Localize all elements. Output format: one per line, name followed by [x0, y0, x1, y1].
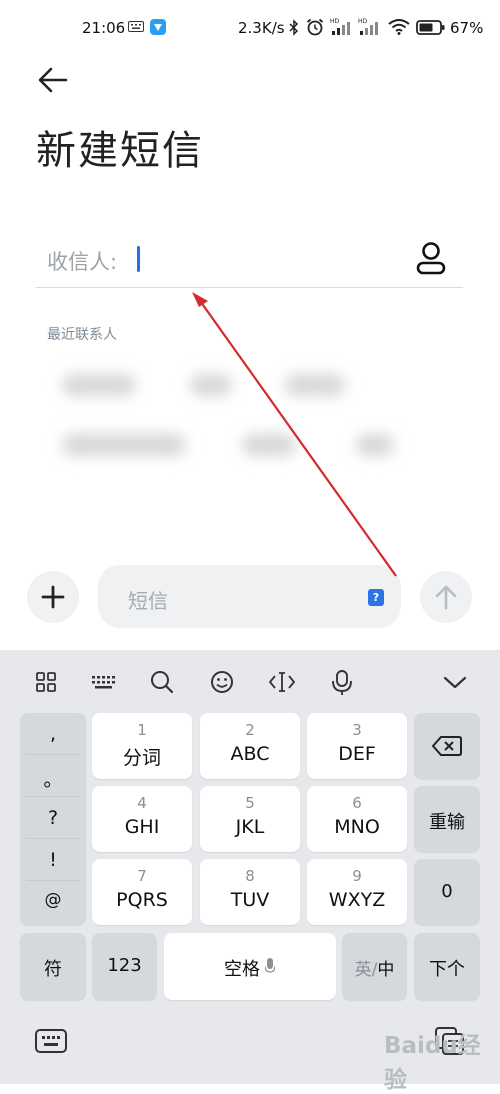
- key-label: JKL: [235, 816, 265, 838]
- key-label: 符: [44, 959, 62, 980]
- symbol-key[interactable]: 符: [20, 933, 86, 1000]
- page-title: 新建短信: [36, 128, 204, 174]
- reinput-key[interactable]: 重输: [414, 786, 480, 852]
- alarm-icon: [306, 18, 324, 36]
- message-placeholder: 短信: [128, 589, 168, 613]
- contact-picker-icon[interactable]: [414, 240, 448, 276]
- battery-icon: [416, 20, 445, 35]
- app-notification-icon: [150, 19, 166, 35]
- key-label: TUV: [230, 889, 270, 911]
- space-key[interactable]: 空格: [164, 933, 336, 1000]
- grid-menu-icon[interactable]: [32, 668, 62, 696]
- cursor-move-icon[interactable]: [267, 668, 297, 696]
- punct-at-key[interactable]: @: [20, 890, 86, 910]
- punct-divider: [26, 796, 80, 797]
- key-label: ABC: [230, 743, 270, 765]
- backspace-key[interactable]: [414, 713, 480, 779]
- keyboard-layout-icon[interactable]: [88, 668, 118, 696]
- key-2[interactable]: 2 ABC: [200, 713, 300, 779]
- signal-1-icon: HD: [330, 18, 350, 35]
- punct-divider: [26, 754, 80, 755]
- lang-en-label: 英: [354, 960, 372, 980]
- key-number: 8: [245, 867, 255, 885]
- recipient-input[interactable]: [130, 238, 400, 282]
- punct-divider: [26, 838, 80, 839]
- punct-divider: [26, 880, 80, 881]
- zero-key[interactable]: 0: [414, 859, 480, 925]
- attach-button[interactable]: [27, 571, 79, 623]
- key-4[interactable]: 4 GHI: [92, 786, 192, 852]
- recent-contact-chip[interactable]: [62, 434, 186, 456]
- key-label: 分词: [122, 747, 161, 769]
- back-arrow-icon[interactable]: [36, 62, 72, 98]
- key-label: 0: [441, 881, 453, 902]
- key-number: 9: [352, 867, 362, 885]
- microphone-small-icon: [265, 958, 275, 973]
- key-number: 3: [352, 721, 362, 739]
- key-3[interactable]: 3 DEF: [307, 713, 407, 779]
- search-icon[interactable]: [147, 668, 177, 696]
- sim-card-icon[interactable]: ?: [368, 589, 384, 606]
- svg-text:HD: HD: [330, 18, 340, 25]
- recent-contact-chip[interactable]: [62, 374, 136, 396]
- svg-text:HD: HD: [358, 18, 368, 25]
- punct-period-key[interactable]: 。: [20, 765, 86, 792]
- recent-contact-chip[interactable]: [356, 434, 394, 456]
- punct-exclaim-key[interactable]: !: [20, 849, 86, 871]
- key-label: 英/中: [342, 955, 407, 980]
- numeric-key[interactable]: 123: [92, 933, 157, 1000]
- next-key[interactable]: 下个: [414, 933, 480, 1000]
- key-number: 7: [137, 867, 147, 885]
- key-label: 重输: [429, 812, 465, 833]
- key-number: 5: [245, 794, 255, 812]
- network-speed: 2.3K/s: [238, 19, 285, 37]
- arrow-up-icon: [435, 585, 457, 610]
- punct-comma-key[interactable]: ,: [20, 723, 86, 745]
- key-5[interactable]: 5 JKL: [200, 786, 300, 852]
- backspace-icon: [432, 736, 462, 756]
- send-button[interactable]: [420, 571, 472, 623]
- battery-percent: 67%: [450, 19, 484, 37]
- punct-question-key[interactable]: ?: [20, 807, 86, 829]
- microphone-icon[interactable]: [327, 668, 357, 696]
- key-label: WXYZ: [328, 889, 386, 911]
- key-8[interactable]: 8 TUV: [200, 859, 300, 925]
- key-label: 空格: [224, 959, 260, 980]
- key-number: 1: [137, 721, 147, 739]
- key-label: PQRS: [116, 889, 168, 911]
- language-switch-key[interactable]: 英/中: [342, 933, 407, 1000]
- collapse-keyboard-icon[interactable]: [440, 668, 470, 696]
- key-6[interactable]: 6 MNO: [307, 786, 407, 852]
- punctuation-column: , 。 ? ! @: [20, 713, 86, 925]
- key-label: GHI: [124, 816, 160, 838]
- status-bar: 21:06 2.3K/s HD HD 67%: [0, 0, 500, 56]
- lang-zh-label: 中: [377, 960, 395, 980]
- key-number: 4: [137, 794, 147, 812]
- key-1[interactable]: 1 分词: [92, 713, 192, 779]
- recent-contact-chip[interactable]: [285, 374, 345, 396]
- signal-2-icon: HD: [358, 18, 378, 35]
- key-number: 6: [352, 794, 362, 812]
- key-label: 123: [107, 955, 142, 976]
- recent-contacts-label: 最近联系人: [47, 327, 117, 343]
- recipient-label: 收信人:: [47, 250, 118, 274]
- plus-icon: [41, 585, 65, 609]
- key-9[interactable]: 9 WXYZ: [307, 859, 407, 925]
- key-label: DEF: [338, 743, 376, 765]
- recipient-divider: [36, 287, 463, 288]
- keyboard-switch-icon[interactable]: [34, 1027, 68, 1055]
- key-label: 下个: [429, 959, 465, 980]
- key-label: MNO: [334, 816, 380, 838]
- status-time: 21:06: [82, 19, 126, 37]
- keyboard-indicator-icon: [128, 21, 144, 32]
- bluetooth-icon: [289, 19, 299, 36]
- key-7[interactable]: 7 PQRS: [92, 859, 192, 925]
- wifi-icon: [388, 19, 410, 35]
- recent-contact-chip[interactable]: [190, 374, 232, 396]
- emoji-icon[interactable]: [207, 668, 237, 696]
- recent-contact-chip[interactable]: [242, 434, 296, 456]
- key-number: 2: [245, 721, 255, 739]
